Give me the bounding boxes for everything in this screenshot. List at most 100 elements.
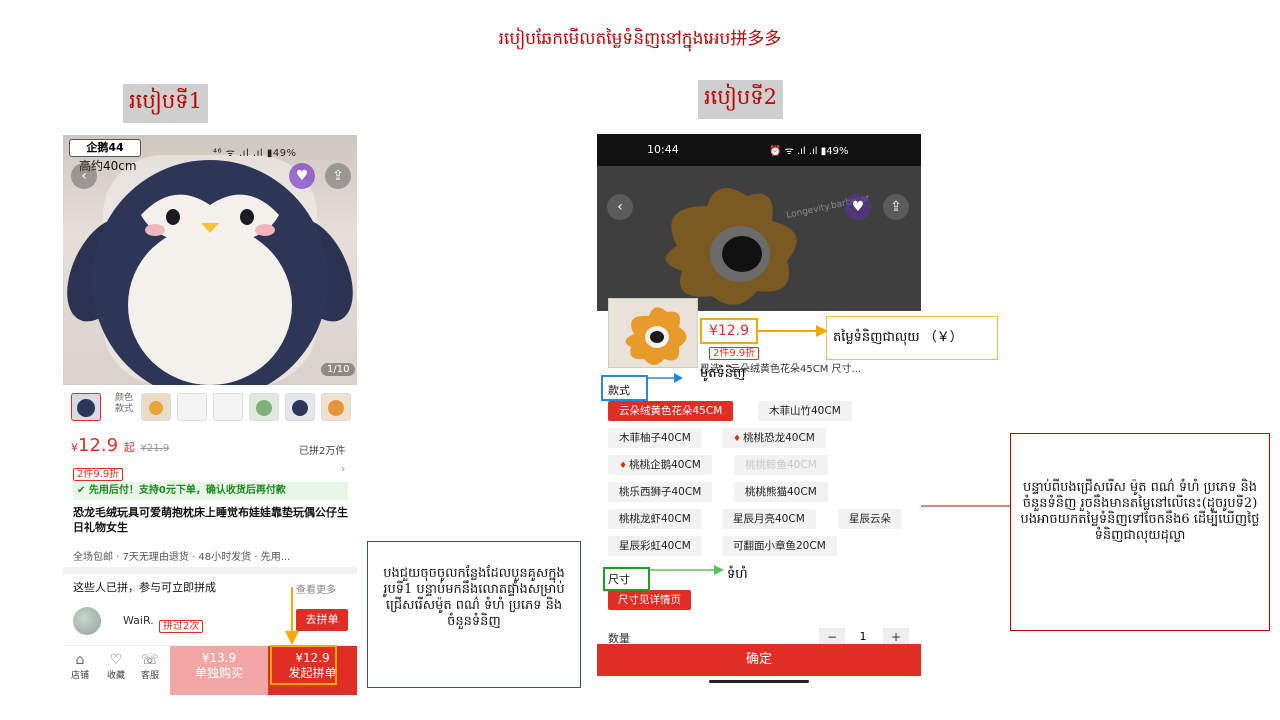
heart-icon: ♡ — [109, 652, 123, 668]
group-buy-title: 这些人已拼，参与可立即拼成 — [73, 581, 216, 594]
option-label: 桃桃恐龙40CM — [743, 432, 815, 444]
check-icon: ✔ — [77, 485, 89, 496]
option-label: 木菲山竹40CM — [769, 405, 841, 417]
back-icon[interactable]: ‹ — [71, 163, 97, 189]
option-label: 桃桃企鹅40CM — [629, 459, 701, 471]
method-2-label: របៀបទី2 — [698, 80, 783, 119]
back-icon[interactable]: ‹ — [607, 194, 633, 220]
style-option[interactable]: 星辰彩虹40CM — [608, 536, 702, 556]
image-pager: 1/10 — [321, 363, 356, 376]
currency-symbol: ¥ — [71, 441, 78, 454]
buy-alone-label: 单独购买 — [194, 666, 243, 680]
promo-tag-wrap: 2件9.9折 — [73, 462, 124, 481]
discount-tag-wrap: 2件9.9折 — [709, 344, 760, 360]
avatar — [73, 607, 101, 635]
option-label: 可翻面小章鱼20CM — [733, 540, 826, 552]
buy-alone-price: ¥13.9 — [201, 651, 237, 665]
arrow-right-icon — [648, 373, 683, 383]
variant-thumb[interactable] — [71, 393, 101, 421]
phone-screenshot-variant-picker: 10:44 ⏰ ᯤ .ıl .ıl ▮49% Longevity.barbera… — [597, 134, 921, 686]
variant-thumb[interactable] — [249, 393, 279, 421]
product-image-dimmed: Longevity.barberar ‹ ♥ ⇪ — [597, 166, 921, 311]
status-icons: ⏰ ᯤ .ıl .ıl ▮49% — [769, 146, 849, 157]
option-label: 星辰彩虹40CM — [619, 540, 691, 552]
hot-icon: ♦ — [619, 461, 628, 471]
option-label: 桃桃龙虾40CM — [619, 513, 691, 525]
style-option[interactable]: 木菲柚子40CM — [608, 428, 702, 448]
status-bar: 10:44 ⏰ ᯤ .ıl .ıl ▮49% — [597, 134, 921, 166]
variant-thumbnails[interactable]: 颜色 款式 — [71, 393, 357, 421]
nav-favorite-label: 收藏 — [106, 671, 125, 681]
style-option[interactable]: 星辰月亮40CM — [722, 509, 816, 529]
highlight-size-section — [603, 567, 650, 591]
price-suffix: 起 — [123, 441, 135, 454]
arrow-down-icon — [285, 587, 299, 645]
style-option[interactable]: 星辰云朵 — [838, 509, 902, 529]
old-price: ¥21.9 — [140, 443, 170, 454]
service-row[interactable]: 全场包邮 · 7天无理由退货 · 48小时发货 · 先用... — [73, 548, 353, 563]
confirm-button[interactable]: 确定 — [597, 644, 921, 676]
share-icon[interactable]: ⇪ — [883, 194, 909, 220]
connector-line — [921, 505, 1011, 507]
style-option[interactable]: 桃桃龙虾40CM — [608, 509, 702, 529]
variant-thumb[interactable] — [141, 393, 171, 421]
style-option[interactable]: 木菲山竹40CM — [758, 401, 852, 421]
status-time: 10:44 — [647, 143, 679, 156]
style-annotation: ម៉ូតទំនិញ — [700, 366, 746, 381]
product-image[interactable]: 企鹅44 高约40cm ⁴⁶ ᯤ .ıl .ıl ▮49% ‹ ♥ ⇪ 1/10 — [63, 135, 357, 385]
style-option[interactable]: 云朵绒黄色花朵45CM — [608, 401, 734, 421]
highlight-group-buy-button — [270, 645, 337, 685]
slide-title: របៀបឆែកមើលតម្លៃទំនិញនៅក្នុងអេប拼多多 — [498, 29, 782, 49]
highlight-style-section — [601, 375, 648, 401]
arrow-right-icon — [758, 325, 828, 337]
chevron-right-icon[interactable]: › — [341, 462, 345, 475]
pay-later-text: 先用后付！支持0元下单，确认收货后再付款 — [88, 485, 286, 496]
live-icon[interactable]: ♥ — [845, 194, 871, 220]
variant-thumb[interactable] — [177, 393, 207, 421]
discount-tag: 2件9.9折 — [709, 347, 760, 360]
share-icon[interactable]: ⇪ — [325, 163, 351, 189]
group-user-tag-wrap: 拼过2次 — [159, 614, 204, 633]
variant-thumb[interactable] — [285, 393, 315, 421]
nav-service-label: 客服 — [140, 671, 159, 681]
option-label: 桃乐西狮子40CM — [619, 486, 702, 498]
selected-price: ¥12.9 — [700, 318, 758, 344]
status-bar: ⁴⁶ ᯤ .ıl .ıl ▮49% — [213, 148, 297, 159]
variant-thumb[interactable] — [213, 393, 243, 421]
variant-thumb[interactable] — [321, 393, 351, 421]
sold-count: 已拼2万件 — [299, 446, 346, 457]
nav-service[interactable]: ☏ 客服 — [133, 652, 167, 681]
style-option[interactable]: 桃桃熊猫40CM — [734, 482, 828, 502]
hot-icon: ♦ — [733, 434, 742, 444]
style-option[interactable]: 可翻面小章鱼20CM — [722, 536, 837, 556]
selected-variant-thumbnail[interactable] — [608, 298, 698, 368]
divider — [63, 567, 357, 574]
quantity-value[interactable]: 1 — [853, 630, 873, 643]
home-indicator — [709, 680, 809, 683]
item-badge: 企鹅44 — [69, 139, 141, 157]
live-icon[interactable]: ♥ — [289, 163, 315, 189]
option-label: 星辰云朵 — [849, 513, 891, 525]
size-detail-button[interactable]: 尺寸见详情页 — [608, 590, 691, 610]
price: 12.9 — [78, 435, 119, 456]
nav-favorite[interactable]: ♡ 收藏 — [99, 652, 133, 681]
price-annotation: តម្លៃទំនិញជាលុយ （￥） — [826, 316, 998, 360]
style-option[interactable]: 桃乐西狮子40CM — [608, 482, 713, 502]
option-label: 云朵绒黄色花朵45CM — [619, 405, 723, 417]
nav-store-label: 店铺 — [70, 671, 89, 681]
pay-later-banner[interactable]: ✔ 先用后付！支持0元下单，确认收货后再付款 — [73, 482, 348, 500]
tutorial-slide: របៀបឆែកមើលតម្លៃទំនិញនៅក្នុងអេប拼多多 របៀបទី… — [0, 0, 1280, 720]
buy-alone-button[interactable]: ¥13.9 单独购买 — [170, 646, 268, 695]
arrow-right-icon — [650, 565, 724, 575]
style-option[interactable]: ♦ 桃桃企鹅40CM — [608, 455, 712, 475]
price-row: ¥12.9 起 ¥21.9 — [71, 435, 169, 456]
group-user-name: WaiR. — [123, 614, 154, 627]
style-option[interactable]: ♦ 桃桃恐龙40CM — [722, 428, 826, 448]
callout-method-1: បងជួយចុចចូលកន្លែងដែលបួនគូសក្នុងរូបទី1 បន… — [367, 541, 581, 688]
phone-screenshot-product-page: 企鹅44 高约40cm ⁴⁶ ᯤ .ıl .ıl ▮49% ‹ ♥ ⇪ 1/10… — [63, 135, 357, 695]
callout-method-2: បន្ទាប់ពីបងជ្រើសរើស ម៉ូត ពណ៌ ទំហំ ប្រភេទ… — [1010, 433, 1270, 631]
flower-plush-illustration: Longevity.barberar — [597, 166, 921, 311]
nav-store[interactable]: ⌂ 店铺 — [63, 652, 97, 681]
option-label: 桃桃熊猫40CM — [745, 486, 817, 498]
style-option-disabled: 桃桃鲸鱼40CM — [734, 455, 828, 475]
